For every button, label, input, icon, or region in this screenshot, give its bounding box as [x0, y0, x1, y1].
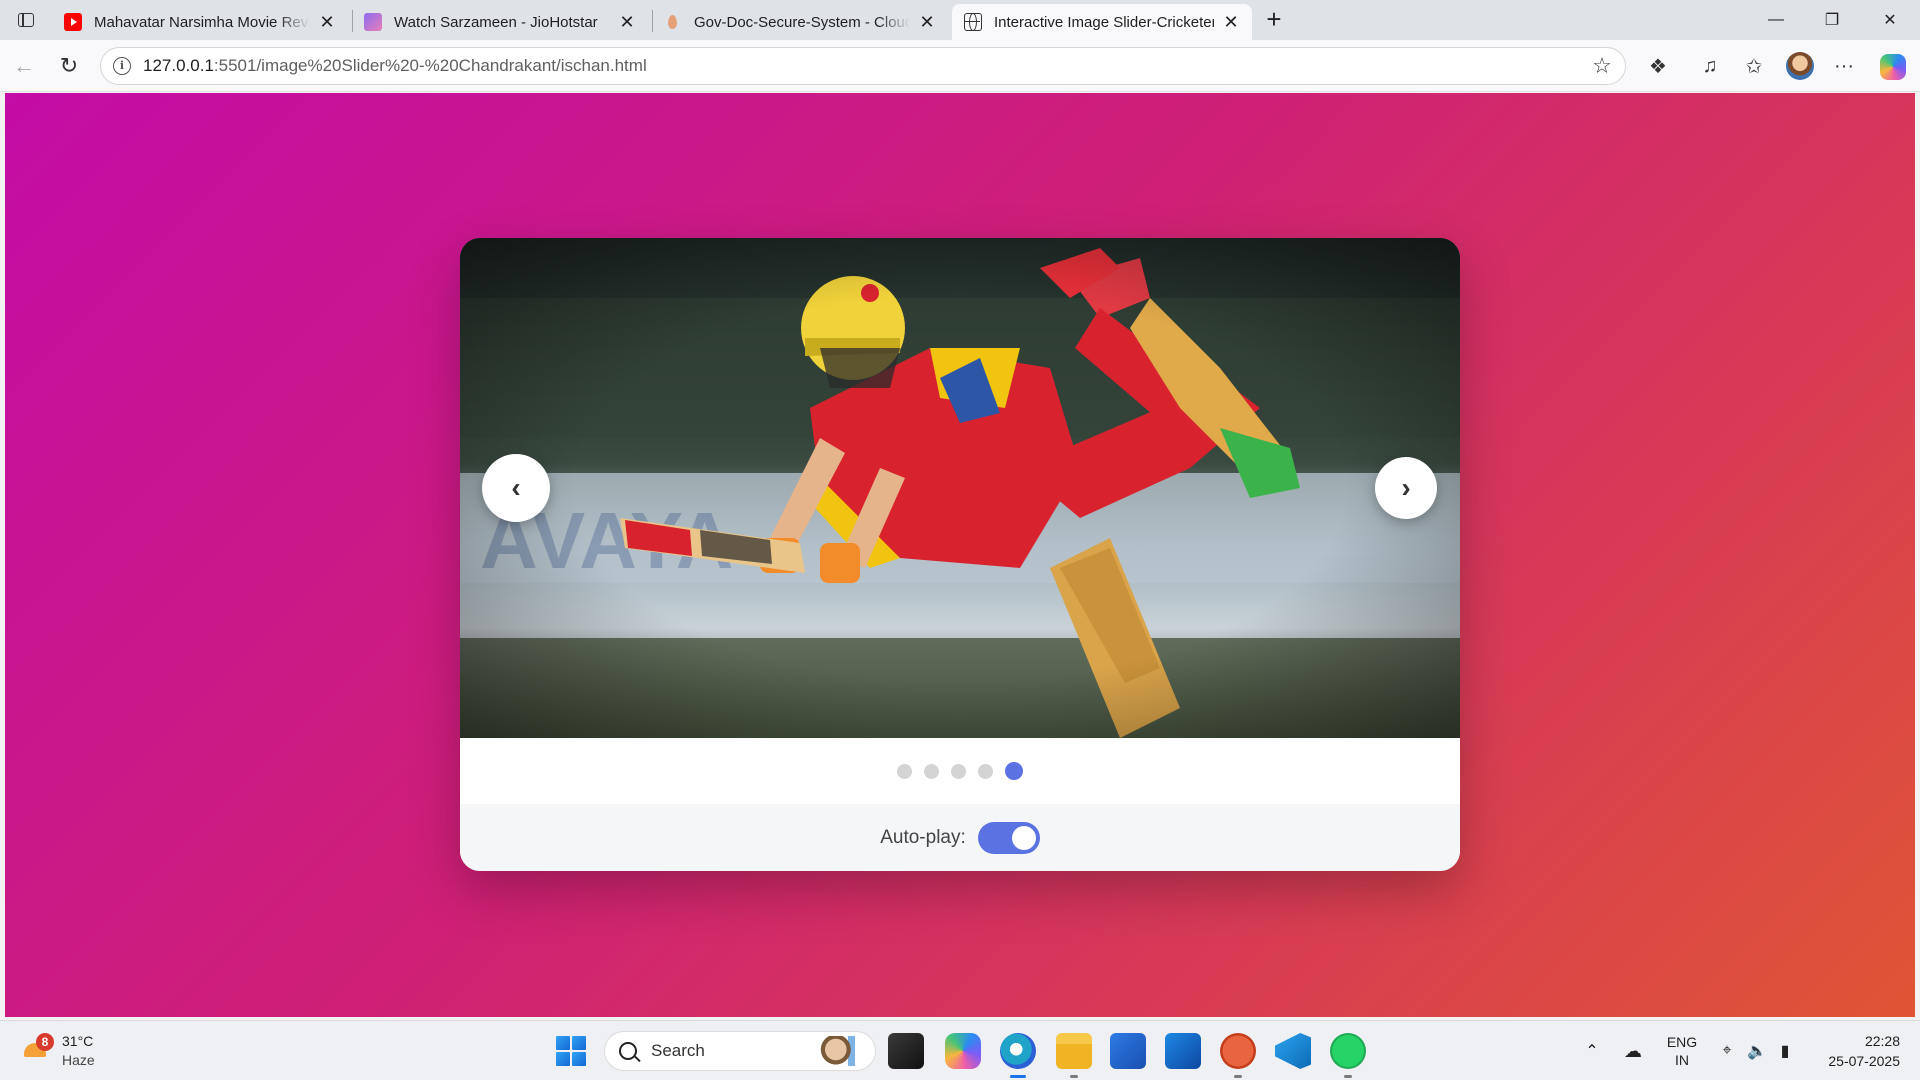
- tab-title: Interactive Image Slider-Cricketer: [994, 13, 1214, 31]
- notification-badge: 8: [36, 1033, 54, 1051]
- tab-title: Gov-Doc-Secure-System - Cloud I: [694, 13, 910, 31]
- close-tab-icon[interactable]: ✕: [916, 11, 938, 33]
- toggle-knob: [1011, 825, 1036, 850]
- slide-indicator-dot[interactable]: [978, 763, 993, 779]
- language-indicator[interactable]: ENG IN: [1660, 1021, 1704, 1080]
- youtube-icon: [64, 13, 82, 31]
- powerpoint-icon[interactable]: [1220, 1033, 1256, 1078]
- clock-time: 22:28: [1864, 1033, 1900, 1049]
- tab-cloud[interactable]: Gov-Doc-Secure-System - Cloud I ✕: [652, 4, 948, 40]
- more-menu-icon[interactable]: ···: [1828, 50, 1860, 82]
- clock-date: 25-07-2025: [1828, 1053, 1900, 1069]
- slide-indicator-dot[interactable]: [924, 763, 939, 779]
- slide-indicator-dot[interactable]: [951, 763, 966, 779]
- language-code: ENG: [1666, 1034, 1698, 1050]
- file-explorer-icon[interactable]: [1056, 1033, 1092, 1078]
- weather-haze-icon: 8: [20, 1033, 54, 1067]
- refresh-button[interactable]: ↻: [53, 50, 85, 82]
- slide: AVAYA: [460, 238, 1460, 738]
- url-host: 127.0.0.1: [143, 56, 214, 75]
- show-hidden-icons-chevron-up-icon[interactable]: ⌃: [1580, 1021, 1604, 1080]
- cloud-icon: [664, 13, 682, 31]
- region-code: IN: [1675, 1052, 1689, 1068]
- tab-image-slider[interactable]: Interactive Image Slider-Cricketer ✕: [952, 4, 1252, 40]
- autoplay-label: Auto-play:: [880, 826, 966, 848]
- profile-avatar[interactable]: [1786, 52, 1814, 80]
- volume-icon[interactable]: 🔈: [1744, 1021, 1770, 1080]
- weather-condition: Haze: [62, 1052, 95, 1068]
- url-text[interactable]: 127.0.0.1:5501/image%20Slider%20-%20Chan…: [143, 56, 1587, 76]
- close-tab-icon[interactable]: ✕: [1220, 11, 1242, 33]
- search-label: Search: [651, 1041, 705, 1060]
- page-viewport: AVAYA: [5, 93, 1915, 1017]
- globe-icon: [964, 13, 982, 31]
- wifi-icon[interactable]: ⌖: [1714, 1021, 1740, 1080]
- search-highlight-icon: [819, 1036, 867, 1066]
- address-bar[interactable]: i 127.0.0.1:5501/image%20Slider%20-%20Ch…: [100, 47, 1626, 85]
- tab-youtube[interactable]: Mahavatar Narsimha Movie Revie ✕: [52, 4, 348, 40]
- tab-jiohotstar[interactable]: Watch Sarzameen - JioHotstar ✕: [352, 4, 648, 40]
- minimize-button[interactable]: —: [1748, 0, 1804, 40]
- favorite-star-icon[interactable]: ☆: [1587, 53, 1617, 79]
- edge-browser-icon[interactable]: [1000, 1033, 1036, 1078]
- copilot-app-icon[interactable]: [945, 1033, 981, 1069]
- back-button[interactable]: ←: [8, 50, 40, 82]
- close-tab-icon[interactable]: ✕: [616, 11, 638, 33]
- microsoft-store-icon[interactable]: [1110, 1033, 1146, 1069]
- extensions-icon[interactable]: ❖: [1642, 50, 1674, 82]
- search-icon: [619, 1042, 637, 1060]
- jiohotstar-icon: [364, 13, 382, 31]
- system-clock[interactable]: 22:28 25-07-2025: [1808, 1031, 1900, 1071]
- site-info-icon[interactable]: i: [113, 57, 131, 75]
- taskbar-search[interactable]: Search: [604, 1031, 876, 1071]
- close-window-button[interactable]: ✕: [1862, 0, 1918, 40]
- new-tab-button[interactable]: +: [1260, 6, 1288, 34]
- tab-actions-icon[interactable]: [10, 7, 40, 33]
- copilot-icon[interactable]: [1880, 54, 1906, 80]
- onedrive-error-icon[interactable]: ☁: [1618, 1021, 1648, 1080]
- tab-title: Watch Sarzameen - JioHotstar: [394, 13, 598, 31]
- slide-indicator-dot[interactable]: [897, 763, 912, 779]
- slide-indicators: [460, 738, 1460, 804]
- vscode-icon[interactable]: [1275, 1033, 1311, 1069]
- weather-widget[interactable]: 8 31°C Haze: [20, 1027, 95, 1075]
- whatsapp-icon[interactable]: [1330, 1033, 1366, 1078]
- next-slide-button[interactable]: ›: [1375, 457, 1437, 519]
- start-button[interactable]: [556, 1036, 586, 1066]
- tab-title: Mahavatar Narsimha Movie Revie: [94, 13, 310, 31]
- taskbar: 8 31°C Haze Search ⌃ ☁ ENG IN ⌖ 🔈 ▮ 22:2…: [0, 1020, 1920, 1080]
- favorites-icon[interactable]: ✩: [1738, 50, 1770, 82]
- navigation-bar: ← ↻ i 127.0.0.1:5501/image%20Slider%20-%…: [0, 40, 1920, 92]
- url-path: :5501/image%20Slider%20-%20Chandrakant/i…: [213, 56, 647, 75]
- slider-controls: Auto-play:: [460, 804, 1460, 871]
- cricketer-image: AVAYA: [460, 238, 1460, 738]
- slide-indicator-dot[interactable]: [1005, 762, 1023, 780]
- tab-strip: Mahavatar Narsimha Movie Revie ✕ Watch S…: [0, 0, 1920, 40]
- media-icon[interactable]: ♫: [1694, 50, 1726, 82]
- task-view-icon[interactable]: [888, 1033, 924, 1069]
- weather-temperature: 31°C: [62, 1033, 94, 1049]
- battery-icon[interactable]: ▮: [1772, 1021, 1798, 1080]
- image-slider: AVAYA: [460, 238, 1460, 871]
- previous-slide-button[interactable]: ‹: [482, 454, 550, 522]
- restore-button[interactable]: ❐: [1804, 0, 1860, 40]
- close-tab-icon[interactable]: ✕: [316, 11, 338, 33]
- autoplay-toggle[interactable]: [977, 821, 1040, 854]
- outlook-icon[interactable]: [1165, 1033, 1201, 1069]
